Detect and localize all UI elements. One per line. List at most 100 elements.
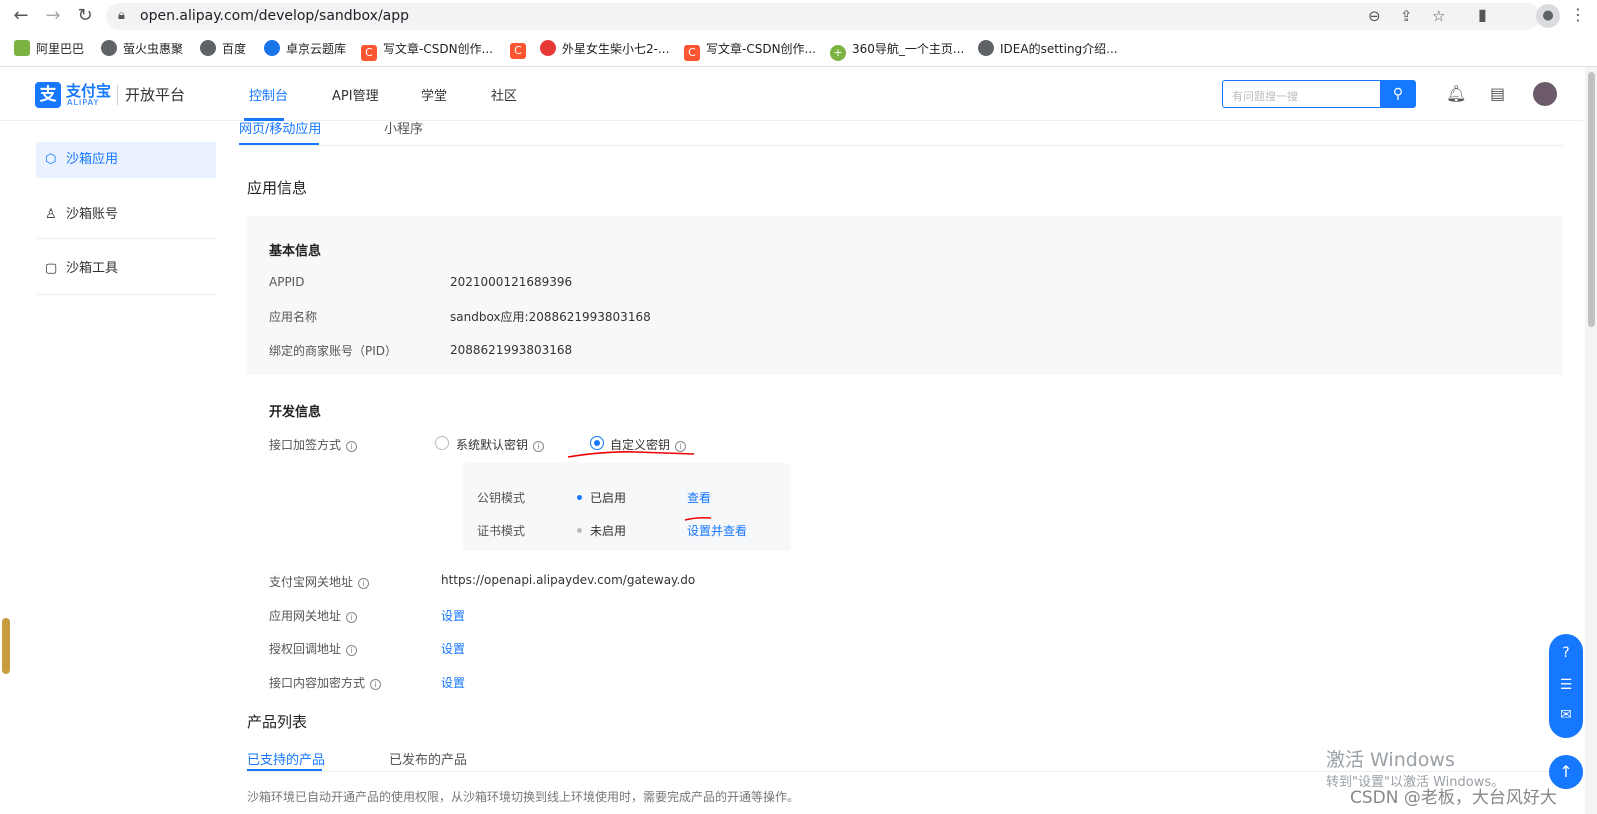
url-text: open.alipay.com/develop/sandbox/app: [140, 8, 410, 24]
mail-icon[interactable]: ✉: [1557, 706, 1575, 724]
appid-label: APPID: [269, 275, 305, 289]
status-dot-icon: [577, 528, 582, 533]
tab-miniprogram[interactable]: 小程序: [384, 118, 423, 137]
app-name-value: sandbox应用:2088621993803168: [450, 310, 651, 324]
app-name-label: 应用名称: [269, 310, 318, 324]
view-key-link[interactable]: 查看: [687, 489, 711, 506]
bookmark-item[interactable]: 萤火虫惠聚: [101, 40, 183, 57]
set-cert-link[interactable]: 设置并查看: [687, 522, 747, 539]
site-icon: [264, 40, 280, 56]
globe-icon: [200, 40, 216, 56]
search-icon[interactable]: ⚲: [1380, 80, 1416, 108]
app-gateway-set-link[interactable]: 设置: [441, 607, 465, 624]
tabs-divider: [239, 145, 1564, 146]
encrypt-label: 接口内容加密方式 i: [269, 674, 382, 691]
bookmark-item[interactable]: C: [510, 40, 532, 59]
nav-console[interactable]: 控制台: [249, 85, 288, 104]
encrypt-set-link[interactable]: 设置: [441, 674, 465, 691]
address-bar[interactable]: 🔒︎ open.alipay.com/develop/sandbox/app ⊖…: [106, 3, 1540, 30]
sidepanel-icon[interactable]: ▮: [1478, 5, 1487, 24]
dev-info-title: 开发信息: [269, 405, 322, 420]
browser-toolbar: ← → ↻ 🔒︎ open.alipay.com/develop/sandbox…: [0, 0, 1597, 32]
sidebar-item-sandbox-app[interactable]: ⬡ 沙箱应用: [36, 142, 216, 178]
info-icon[interactable]: i: [346, 645, 358, 656]
bookmark-item[interactable]: 卓京云题库: [264, 40, 346, 57]
search-input[interactable]: 有问题搜一搜: [1222, 80, 1380, 108]
side-drag-handle[interactable]: [2, 618, 10, 674]
sidebar-divider: [36, 294, 216, 295]
basic-info-title: 基本信息: [269, 244, 322, 259]
public-key-status: 已启用: [577, 489, 626, 506]
reload-icon[interactable]: ↻: [74, 5, 96, 27]
sign-method-label: 接口加签方式 i: [269, 436, 358, 453]
app-gateway-label: 应用网关地址 i: [269, 607, 358, 624]
bookmark-item[interactable]: C 写文章-CSDN创作...: [684, 40, 816, 61]
user-icon: ♙: [45, 207, 57, 222]
lock-icon: 🔒︎: [118, 8, 125, 23]
gateway-label: 支付宝网关地址 i: [269, 573, 370, 590]
leaf-icon: [14, 40, 30, 56]
info-icon[interactable]: i: [533, 441, 545, 452]
share-icon[interactable]: ⇪: [1400, 7, 1413, 25]
site-icon: +: [830, 45, 846, 61]
sidebar-divider: [36, 238, 216, 239]
back-icon[interactable]: ←: [10, 5, 32, 27]
pid-value: 2088621993803168: [450, 343, 573, 357]
question-icon[interactable]: ?: [1557, 644, 1575, 662]
csdn-icon: C: [510, 43, 526, 59]
forward-icon[interactable]: →: [42, 5, 64, 27]
callback-set-link[interactable]: 设置: [441, 640, 465, 657]
scrollbar-thumb[interactable]: [1588, 72, 1595, 327]
pid-label: 绑定的商家账号（PID）: [269, 344, 398, 358]
zoom-icon[interactable]: ⊖: [1368, 7, 1381, 25]
sidebar-item-sandbox-account[interactable]: ♙ 沙箱账号: [36, 197, 216, 233]
site-icon: [540, 40, 556, 56]
tab-published-products[interactable]: 已发布的产品: [389, 749, 467, 768]
default-key-label: 系统默认密钥 i: [456, 436, 545, 453]
tab-web-mobile[interactable]: 网页/移动应用: [239, 118, 321, 137]
bookmark-item[interactable]: 阿里巴巴: [14, 40, 84, 57]
gateway-value: https://openapi.alipaydev.com/gateway.do: [441, 573, 696, 587]
star-icon[interactable]: ☆: [1432, 7, 1445, 25]
cube-icon: ⬡: [45, 152, 57, 167]
status-dot-icon: [577, 495, 582, 500]
red-annotation-underline: [567, 451, 695, 458]
windows-activation-title: 激活 Windows: [1326, 749, 1455, 771]
info-icon[interactable]: i: [370, 679, 382, 690]
avatar[interactable]: [1533, 82, 1557, 106]
bookmark-item[interactable]: IDEA的setting介绍...: [978, 40, 1118, 57]
nav-community[interactable]: 社区: [491, 85, 517, 104]
tool-icon: ▢: [45, 261, 58, 276]
info-icon[interactable]: i: [358, 578, 370, 589]
red-annotation-mark: [684, 516, 712, 521]
cert-mode-label: 证书模式: [477, 524, 526, 538]
logo-separator: [117, 85, 118, 105]
product-note: 沙箱环境已自动开通产品的使用权限，从沙箱环境切换到线上环境使用时，需要完成产品的…: [247, 790, 800, 804]
nav-academy[interactable]: 学堂: [421, 85, 447, 104]
site-header: 支 支付宝 ALIPAY 开放平台 控制台 API管理 学堂 社区 有问题搜一搜…: [0, 67, 1583, 121]
alipay-logo-icon[interactable]: 支: [35, 82, 61, 108]
info-icon[interactable]: i: [346, 441, 358, 452]
bell-icon[interactable]: 🔔︎: [1446, 84, 1466, 103]
nav-api[interactable]: API管理: [332, 85, 379, 104]
radio-default-key[interactable]: [435, 436, 449, 450]
bookmark-item[interactable]: 百度: [200, 40, 246, 57]
cert-mode-status: 未启用: [577, 522, 626, 539]
bookmark-item[interactable]: C 写文章-CSDN创作...: [361, 40, 493, 61]
tab-active-indicator: [239, 143, 319, 145]
bookmarks-bar: 阿里巴巴 萤火虫惠聚 百度 卓京云题库 C 写文章-CSDN创作... C 外星女…: [0, 33, 1597, 64]
public-key-mode-label: 公钥模式: [477, 491, 526, 505]
bookmark-item[interactable]: +360导航_一个主页...: [830, 40, 964, 61]
chat-icon[interactable]: ☰: [1557, 676, 1575, 694]
info-icon[interactable]: i: [346, 612, 358, 623]
menu-icon[interactable]: ⋮: [1570, 5, 1586, 24]
csdn-watermark: CSDN @老板，大台风好大: [1350, 788, 1557, 808]
globe-icon: [101, 40, 117, 56]
platform-title: 开放平台: [125, 86, 186, 104]
basic-info-panel: 基本信息 APPID 2021000121689396 应用名称 sandbox…: [247, 216, 1563, 375]
bookmark-item[interactable]: 外星女生柴小七2-...: [540, 40, 669, 57]
tab-supported-products[interactable]: 已支持的产品: [247, 749, 325, 768]
document-icon[interactable]: ▤: [1490, 84, 1505, 103]
profile-icon[interactable]: ●: [1536, 4, 1560, 28]
sidebar-item-sandbox-tools[interactable]: ▢ 沙箱工具: [36, 251, 216, 287]
